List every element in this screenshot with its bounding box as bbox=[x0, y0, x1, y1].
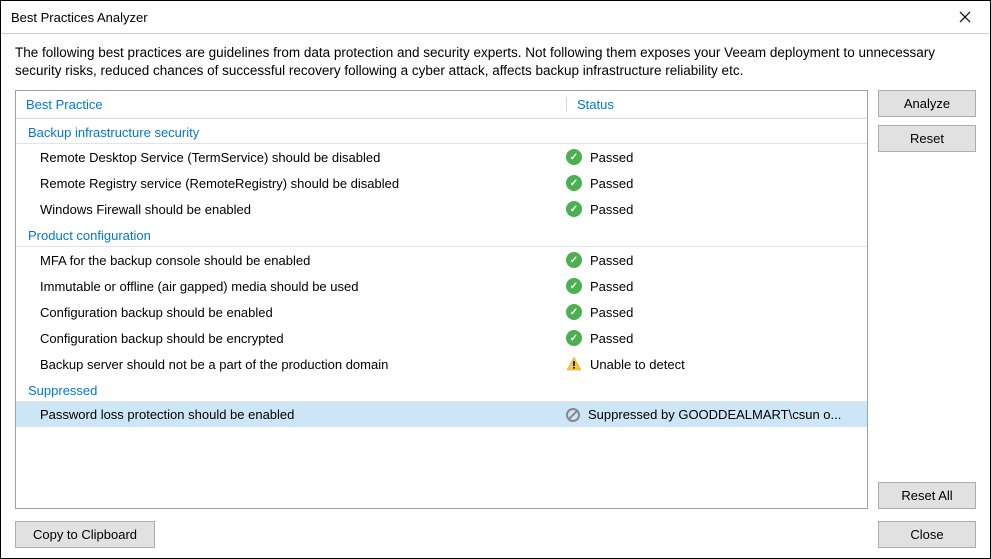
titlebar: Best Practices Analyzer bbox=[1, 1, 990, 34]
best-practice-label: Configuration backup should be enabled bbox=[40, 305, 566, 320]
status-cell: Passed bbox=[566, 201, 633, 217]
best-practice-label: Remote Registry service (RemoteRegistry)… bbox=[40, 176, 566, 191]
table-row[interactable]: Backup server should not be a part of th… bbox=[16, 351, 867, 377]
bottom-row: Copy to Clipboard Close bbox=[15, 521, 976, 548]
column-header-status[interactable]: Status bbox=[566, 97, 614, 112]
intro-text: The following best practices are guideli… bbox=[15, 44, 976, 80]
main-row: Best Practice Status Backup infrastructu… bbox=[15, 90, 976, 509]
spacer bbox=[878, 160, 976, 474]
checkmark-icon bbox=[566, 252, 582, 268]
table-row[interactable]: Password loss protection should be enabl… bbox=[16, 402, 867, 427]
window-title: Best Practices Analyzer bbox=[11, 10, 148, 25]
best-practice-label: Backup server should not be a part of th… bbox=[40, 357, 566, 372]
table-row[interactable]: MFA for the backup console should be ena… bbox=[16, 247, 867, 273]
best-practice-label: Remote Desktop Service (TermService) sho… bbox=[40, 150, 566, 165]
table-row[interactable]: Windows Firewall should be enabled Passed bbox=[16, 196, 867, 222]
status-cell: Unable to detect bbox=[566, 356, 685, 372]
status-cell: Suppressed by GOODDEALMART\csun o... bbox=[566, 407, 841, 422]
status-cell: Passed bbox=[566, 175, 633, 191]
status-text: Passed bbox=[590, 150, 633, 165]
checkmark-icon bbox=[566, 149, 582, 165]
table-row[interactable]: Immutable or offline (air gapped) media … bbox=[16, 273, 867, 299]
suppressed-icon bbox=[566, 408, 580, 422]
group-header: Backup infrastructure security bbox=[16, 119, 867, 144]
reset-all-button[interactable]: Reset All bbox=[878, 482, 976, 509]
status-text: Passed bbox=[590, 176, 633, 191]
table-header: Best Practice Status bbox=[16, 91, 867, 119]
side-buttons: Analyze Reset Reset All bbox=[878, 90, 976, 509]
status-text: Passed bbox=[590, 253, 633, 268]
close-button[interactable]: Close bbox=[878, 521, 976, 548]
status-cell: Passed bbox=[566, 330, 633, 346]
best-practice-label: MFA for the backup console should be ena… bbox=[40, 253, 566, 268]
table-row[interactable]: Configuration backup should be encrypted… bbox=[16, 325, 867, 351]
dialog-window: Best Practices Analyzer The following be… bbox=[0, 0, 991, 559]
table-body: Backup infrastructure security Remote Des… bbox=[16, 119, 867, 508]
best-practice-label: Configuration backup should be encrypted bbox=[40, 331, 566, 346]
status-cell: Passed bbox=[566, 278, 633, 294]
best-practice-label: Windows Firewall should be enabled bbox=[40, 202, 566, 217]
table-row[interactable]: Remote Desktop Service (TermService) sho… bbox=[16, 144, 867, 170]
status-text: Passed bbox=[590, 202, 633, 217]
status-text: Suppressed by GOODDEALMART\csun o... bbox=[588, 407, 841, 422]
table-row[interactable]: Configuration backup should be enabled Pa… bbox=[16, 299, 867, 325]
group-header: Product configuration bbox=[16, 222, 867, 247]
content-area: The following best practices are guideli… bbox=[1, 34, 990, 558]
checkmark-icon bbox=[566, 175, 582, 191]
status-text: Unable to detect bbox=[590, 357, 685, 372]
status-text: Passed bbox=[590, 331, 633, 346]
status-text: Passed bbox=[590, 279, 633, 294]
status-cell: Passed bbox=[566, 252, 633, 268]
copy-to-clipboard-button[interactable]: Copy to Clipboard bbox=[15, 521, 155, 548]
analyze-button[interactable]: Analyze bbox=[878, 90, 976, 117]
table-row[interactable]: Remote Registry service (RemoteRegistry)… bbox=[16, 170, 867, 196]
status-cell: Passed bbox=[566, 304, 633, 320]
warning-icon bbox=[566, 356, 582, 372]
column-header-best-practice[interactable]: Best Practice bbox=[26, 97, 566, 112]
reset-button[interactable]: Reset bbox=[878, 125, 976, 152]
close-icon[interactable] bbox=[950, 7, 980, 27]
best-practice-label: Password loss protection should be enabl… bbox=[40, 407, 566, 422]
checkmark-icon bbox=[566, 304, 582, 320]
best-practices-table: Best Practice Status Backup infrastructu… bbox=[15, 90, 868, 509]
checkmark-icon bbox=[566, 201, 582, 217]
status-cell: Passed bbox=[566, 149, 633, 165]
status-text: Passed bbox=[590, 305, 633, 320]
group-header: Suppressed bbox=[16, 377, 867, 402]
checkmark-icon bbox=[566, 278, 582, 294]
checkmark-icon bbox=[566, 330, 582, 346]
best-practice-label: Immutable or offline (air gapped) media … bbox=[40, 279, 566, 294]
